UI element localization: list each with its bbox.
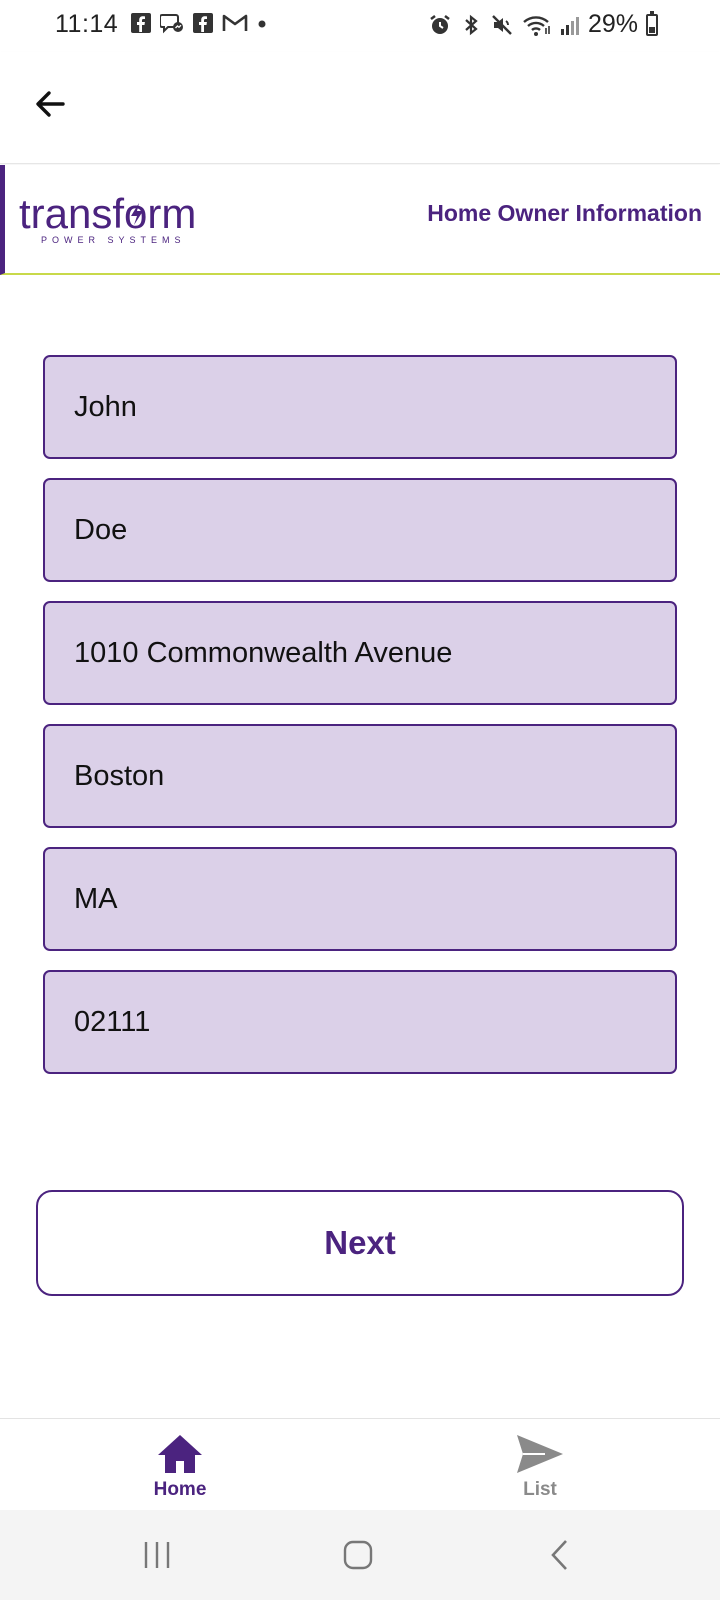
alarm-icon bbox=[430, 14, 450, 34]
home-circle-icon bbox=[343, 1540, 373, 1570]
home-owner-form bbox=[43, 355, 677, 1093]
street-address-field[interactable] bbox=[43, 601, 677, 705]
send-icon bbox=[517, 1435, 563, 1473]
system-home-button[interactable] bbox=[328, 1532, 388, 1578]
first-name-field[interactable] bbox=[43, 355, 677, 459]
bottom-navigation: Home List bbox=[0, 1418, 720, 1510]
nav-label-home: Home bbox=[153, 1479, 207, 1500]
recents-button[interactable] bbox=[127, 1532, 187, 1578]
dot-icon bbox=[258, 20, 266, 28]
app-bar bbox=[0, 52, 720, 164]
status-time: 11:14 bbox=[55, 10, 119, 38]
facebook-icon bbox=[131, 13, 151, 33]
battery-icon bbox=[646, 10, 658, 36]
bluetooth-icon bbox=[465, 14, 478, 35]
messenger-icon bbox=[160, 14, 183, 34]
next-button[interactable]: Next bbox=[36, 1190, 684, 1296]
zip-code-field[interactable] bbox=[43, 970, 677, 1074]
mute-icon bbox=[492, 14, 512, 35]
status-bar: 11:14 29% bbox=[0, 0, 720, 52]
battery-percent: 29% bbox=[587, 10, 638, 38]
recents-icon bbox=[144, 1542, 170, 1568]
lightning-bolt-icon bbox=[131, 203, 143, 225]
signal-icon bbox=[560, 16, 579, 35]
last-name-field[interactable] bbox=[43, 478, 677, 582]
nav-item-list[interactable]: List bbox=[460, 1433, 620, 1501]
gmail-icon bbox=[222, 14, 248, 31]
home-icon bbox=[158, 1435, 202, 1473]
system-back-button[interactable] bbox=[530, 1532, 590, 1578]
arrow-left-icon bbox=[36, 91, 65, 117]
system-navigation-bar bbox=[0, 1510, 720, 1600]
logo-tagline: POWER SYSTEMS bbox=[41, 235, 186, 245]
facebook-icon bbox=[193, 13, 213, 33]
system-status-icons: 29% bbox=[428, 10, 658, 39]
wifi-icon bbox=[523, 15, 550, 36]
city-field[interactable] bbox=[43, 724, 677, 828]
nav-item-home[interactable]: Home bbox=[100, 1433, 260, 1501]
nav-label-list: List bbox=[523, 1479, 557, 1500]
back-chevron-icon bbox=[551, 1540, 567, 1570]
logo-wordmark: transform bbox=[19, 190, 197, 237]
state-field[interactable] bbox=[43, 847, 677, 951]
notification-icons bbox=[130, 12, 268, 34]
page-title: Home Owner Information bbox=[427, 200, 702, 226]
company-logo: transform POWER SYSTEMS bbox=[19, 193, 209, 253]
brand-header: transform POWER SYSTEMS Home Owner Infor… bbox=[0, 165, 720, 275]
back-button[interactable] bbox=[28, 82, 72, 126]
